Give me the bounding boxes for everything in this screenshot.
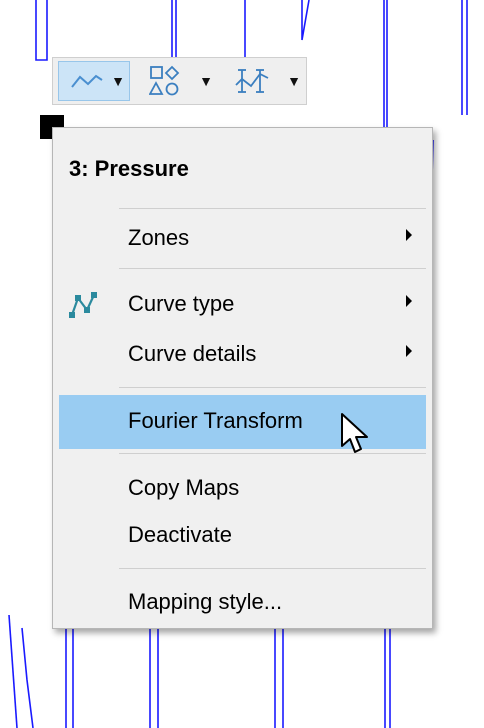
line-style-button[interactable]: ▼ [58,61,130,101]
menu-item-copy-maps[interactable]: Copy Maps [59,462,426,516]
menu-item-label: Fourier Transform [128,408,303,433]
context-menu: 3: Pressure Zones Curve type Curve detai… [52,127,433,629]
menu-separator [119,453,426,454]
menu-item-label: Mapping style... [128,589,283,614]
mouse-cursor-icon [341,413,368,453]
error-bars-dropdown-icon: ▼ [287,73,301,89]
menu-item-fourier-transform[interactable]: Fourier Transform [59,395,426,449]
shapes-icon [149,65,180,96]
submenu-arrow-icon [406,229,412,241]
curve-type-icon [69,292,97,318]
menu-item-deactivate[interactable]: Deactivate [59,509,426,563]
error-bars-icon [235,69,269,93]
menu-separator [119,568,426,569]
submenu-arrow-icon [406,295,412,307]
menu-item-label: Zones [128,225,190,250]
line-style-dropdown-icon: ▼ [111,73,125,89]
menu-separator [119,208,426,209]
menu-item-mapping-style[interactable]: Mapping style... [59,576,426,630]
shapes-button[interactable]: ▼ [135,61,215,101]
line-style-icon [71,74,103,88]
menu-title: 3: Pressure [69,156,189,181]
menu-item-label: Deactivate [128,522,232,547]
menu-separator [119,268,426,269]
menu-separator [119,387,426,388]
shapes-dropdown-icon: ▼ [199,73,213,89]
mini-toolbar: ▼ ▼ ▼ [52,57,307,105]
menu-item-zones[interactable]: Zones [59,212,426,266]
submenu-arrow-icon [406,345,412,357]
menu-item-curve-details[interactable]: Curve details [59,328,426,382]
error-bars-button[interactable]: ▼ [223,61,303,101]
menu-item-label: Curve details [128,341,257,366]
menu-item-label: Copy Maps [128,475,240,500]
menu-item-label: Curve type [128,291,235,316]
menu-item-curve-type[interactable]: Curve type [59,278,426,332]
